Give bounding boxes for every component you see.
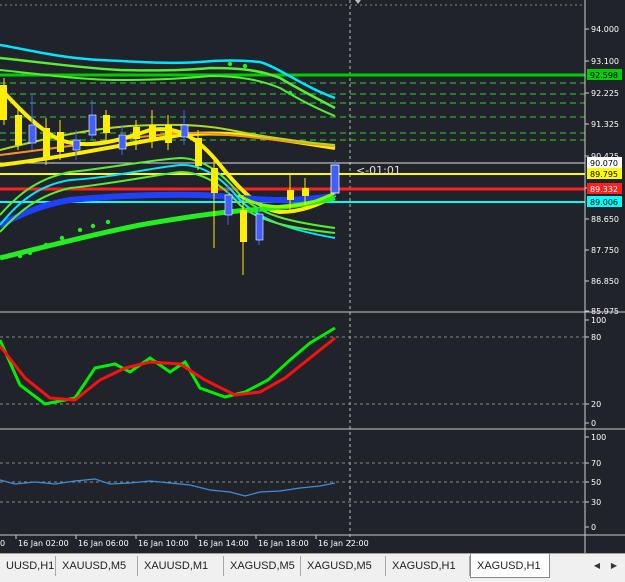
time-axis-partial-label: 0 bbox=[0, 539, 5, 548]
price-tick-label: 94.000 bbox=[591, 25, 619, 34]
bear-candle bbox=[57, 132, 64, 152]
envelope-upper-green-line-2 bbox=[0, 69, 336, 117]
price-badge-label: 90.070 bbox=[590, 159, 618, 168]
bull-candle bbox=[330, 164, 340, 194]
bear-candle bbox=[287, 190, 294, 200]
chart-tab[interactable]: XAGUSD,H1 bbox=[386, 556, 470, 576]
time-tick-label: 16 Jan 14:00 bbox=[198, 539, 249, 548]
stoch-tick-label: 20 bbox=[591, 400, 601, 409]
sar-dot bbox=[105, 219, 111, 225]
bar-countdown: <-01:01 bbox=[356, 164, 401, 177]
price-tick-label: 92.225 bbox=[591, 89, 619, 98]
sar-dot bbox=[59, 235, 65, 241]
time-tick-label: 16 Jan 18:00 bbox=[258, 539, 309, 548]
chart-tab[interactable]: XAUUSD,M5 bbox=[56, 556, 138, 576]
bull-candle bbox=[118, 134, 127, 150]
price-badge-label: 89.332 bbox=[590, 185, 618, 194]
bear-candle bbox=[240, 210, 247, 242]
chart-tab[interactable]: XAGUSD,M5 bbox=[224, 556, 301, 576]
tab-scroll-left-icon[interactable]: ◀ bbox=[588, 556, 606, 576]
sar-dot bbox=[242, 63, 248, 69]
price-badge-label: 89.795 bbox=[590, 170, 618, 179]
stoch-tick-label: 100 bbox=[591, 316, 606, 325]
bear-candle bbox=[195, 138, 202, 166]
bear-candle bbox=[43, 128, 50, 158]
bear-candle bbox=[15, 115, 22, 145]
indicator-lines bbox=[0, 43, 337, 261]
level-lines bbox=[0, 73, 585, 203]
bear-candle bbox=[165, 125, 172, 143]
rsi-tick-label: 70 bbox=[591, 459, 601, 468]
bull-candle bbox=[224, 194, 233, 216]
price-axis: 94.00093.10092.22591.32590.42589.55088.6… bbox=[584, 0, 622, 553]
bear-candle bbox=[302, 188, 309, 196]
bear-candle bbox=[133, 127, 140, 139]
chart-tab[interactable]: XAUUSD,M1 bbox=[138, 556, 224, 576]
tab-scroll-right-icon[interactable]: ▶ bbox=[605, 556, 623, 576]
stoch-tick-label: 80 bbox=[591, 333, 601, 342]
time-tick-label: 16 Jan 06:00 bbox=[78, 539, 129, 548]
time-tick-label: 16 Jan 22:00 bbox=[318, 539, 369, 548]
time-tick-label: 16 Jan 10:00 bbox=[138, 539, 189, 548]
bear-candle bbox=[0, 85, 7, 120]
time-tick-label: 16 Jan 02:00 bbox=[18, 539, 69, 548]
rsi-tick-label: 100 bbox=[591, 433, 606, 442]
chart-area[interactable]: <-01:01 94.00093.10092.22591.32590.42589… bbox=[0, 0, 625, 553]
sar-dot bbox=[90, 223, 96, 229]
price-tick-label: 87.750 bbox=[591, 246, 619, 255]
price-tick-label: 91.325 bbox=[591, 120, 619, 129]
chart-tab[interactable]: XAGUSD,M5 bbox=[301, 556, 386, 576]
price-badge-label: 92.598 bbox=[590, 71, 618, 80]
sar-dot bbox=[43, 242, 49, 248]
bull-candle bbox=[180, 124, 189, 138]
rsi-panel: 100 70 50 30 0 bbox=[0, 433, 606, 532]
stochastic-panel: 100 80 20 0 bbox=[0, 316, 606, 428]
price-tick-label: 88.650 bbox=[591, 215, 619, 224]
bear-candle bbox=[103, 115, 110, 133]
time-axis: 0 16 Jan 02:00 16 Jan 06:00 16 Jan 10:00 16… bbox=[0, 535, 369, 548]
sar-dot bbox=[77, 227, 83, 233]
rsi-tick-label: 0 bbox=[591, 523, 596, 532]
bear-candle bbox=[149, 125, 156, 139]
chart-tab[interactable]: XAGUSD,H1 bbox=[470, 554, 550, 578]
rsi-tick-label: 30 bbox=[591, 498, 601, 507]
price-panel-grid bbox=[0, 0, 585, 547]
chart-tab[interactable]: UUSD,H1 bbox=[0, 556, 56, 576]
chart-canvas[interactable]: <-01:01 94.00093.10092.22591.32590.42589… bbox=[0, 0, 625, 553]
bull-candle bbox=[255, 213, 264, 241]
sar-dot bbox=[17, 253, 23, 259]
bull-candle bbox=[72, 139, 81, 151]
stoch-tick-label: 0 bbox=[591, 419, 596, 428]
bull-candle bbox=[88, 114, 97, 136]
bull-candle bbox=[28, 124, 37, 144]
price-tick-label: 93.100 bbox=[591, 57, 619, 66]
stoch-main-line bbox=[0, 326, 336, 406]
symbol-tab-bar: UUSD,H1 XAUUSD,M5 XAUUSD,M1 XAGUSD,M5 XAGUSD… bbox=[0, 553, 625, 582]
bear-candle bbox=[211, 168, 218, 193]
price-badge-label: 89.006 bbox=[590, 198, 618, 207]
sar-dot bbox=[27, 250, 33, 256]
sar-dot bbox=[287, 90, 293, 96]
price-tick-label: 86.850 bbox=[591, 277, 619, 286]
rsi-tick-label: 50 bbox=[591, 478, 601, 487]
top-scroll-marker[interactable] bbox=[355, 0, 361, 4]
sar-dot bbox=[227, 61, 233, 67]
